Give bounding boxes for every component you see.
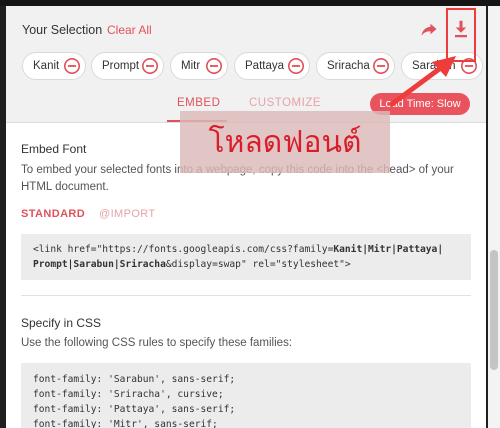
tab-customize[interactable]: CUSTOMIZE [249, 97, 321, 109]
annotation-overlay: โหลดฟอนต์ [180, 111, 390, 173]
remove-circle-icon[interactable] [63, 57, 81, 75]
font-chip-pattaya: Pattaya [234, 52, 310, 80]
embed-font-heading: Embed Font [21, 142, 87, 156]
font-chip-label: Mitr [181, 60, 201, 72]
embed-code-block[interactable]: <link href="https://fonts.googleapis.com… [21, 234, 471, 280]
css-code-block[interactable]: font-family: 'Sarabun', sans-serif; font… [21, 363, 471, 428]
font-chip-label: Prompt [102, 60, 140, 72]
selected-fonts-list: Kanit Prompt Mitr Pattaya Sriracha Sarab… [22, 52, 486, 82]
css-rule: font-family: 'Mitr', sans-serif; [33, 419, 218, 428]
download-highlight-box [446, 8, 476, 62]
selection-title: Your Selection [22, 23, 103, 37]
font-chip-sriracha: Sriracha [316, 52, 395, 80]
code-text: <link href="https://fonts.googleapis.com… [33, 244, 334, 255]
share-icon[interactable] [420, 20, 438, 38]
remove-circle-icon[interactable] [141, 57, 159, 75]
scrollbar-thumb[interactable] [490, 250, 498, 370]
tab-import[interactable]: @IMPORT [99, 208, 156, 220]
css-description: Use the following CSS rules to specify t… [21, 337, 293, 349]
font-chip-prompt: Prompt [91, 52, 164, 80]
code-font-list: Prompt|Sarabun|Sriracha [33, 259, 166, 270]
selection-header: Your Selection Clear All Kanit Prompt Mi… [6, 6, 486, 123]
font-chip-label: Sriracha [327, 60, 370, 72]
specify-css-heading: Specify in CSS [21, 316, 102, 330]
font-chip-label: Pattaya [245, 60, 284, 72]
code-font-list: Kanit|Mitr|Pattaya| [333, 244, 444, 255]
css-rule: font-family: 'Pattaya', sans-serif; [33, 404, 236, 415]
font-selection-panel: Your Selection Clear All Kanit Prompt Mi… [6, 6, 486, 428]
font-chip-mitr: Mitr [170, 52, 228, 80]
tab-embed[interactable]: EMBED [177, 97, 220, 109]
font-chip-kanit: Kanit [22, 52, 86, 80]
css-rule: font-family: 'Sarabun', sans-serif; [33, 374, 236, 385]
clear-all-button[interactable]: Clear All [107, 23, 152, 37]
remove-circle-icon[interactable] [372, 57, 390, 75]
font-chip-label: Kanit [33, 60, 60, 72]
css-rule: font-family: 'Sriracha', cursive; [33, 389, 224, 400]
code-text: &display=swap" rel="stylesheet"> [165, 259, 351, 270]
remove-circle-icon[interactable] [287, 57, 305, 75]
remove-circle-icon[interactable] [205, 57, 223, 75]
section-divider [21, 295, 471, 296]
tab-standard[interactable]: STANDARD [21, 208, 85, 220]
